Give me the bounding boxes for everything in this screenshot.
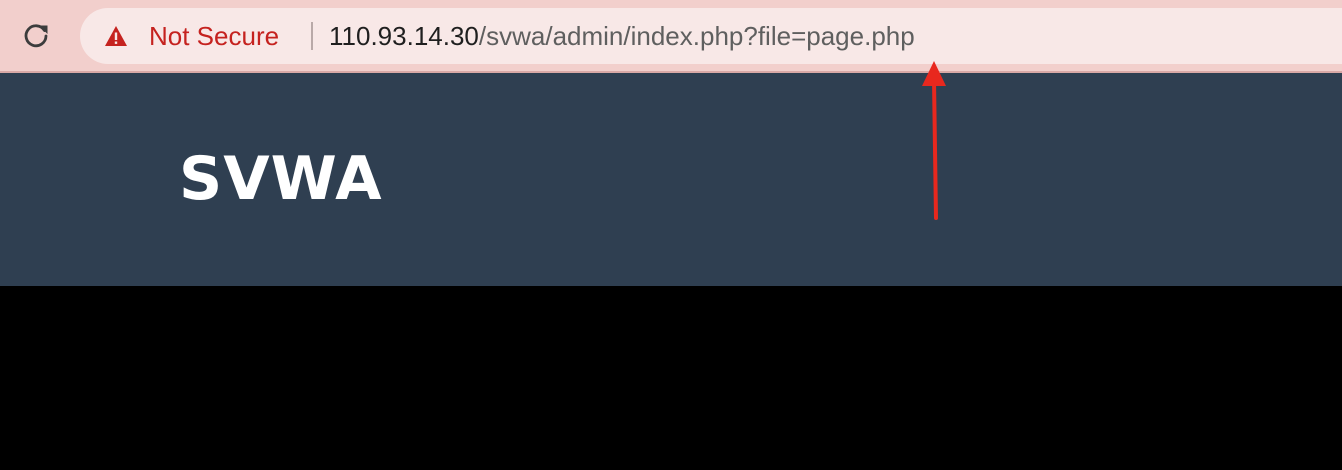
address-divider <box>311 22 313 50</box>
site-title[interactable]: SVWA <box>179 139 383 219</box>
security-status-label[interactable]: Not Secure <box>149 20 279 52</box>
reload-button[interactable] <box>16 16 56 56</box>
browser-toolbar: Not Secure 110.93.14.30/svwa/admin/index… <box>0 0 1342 73</box>
url-path: /svwa/admin/index.php?file=page.php <box>478 21 915 51</box>
reload-icon <box>24 24 48 48</box>
site-header: SVWA <box>0 73 1342 286</box>
page-body <box>0 286 1342 470</box>
url-text[interactable]: 110.93.14.30/svwa/admin/index.php?file=p… <box>329 20 915 52</box>
url-host: 110.93.14.30 <box>329 21 479 51</box>
address-bar[interactable]: Not Secure 110.93.14.30/svwa/admin/index… <box>80 8 1342 64</box>
warning-triangle-icon[interactable] <box>104 24 128 48</box>
